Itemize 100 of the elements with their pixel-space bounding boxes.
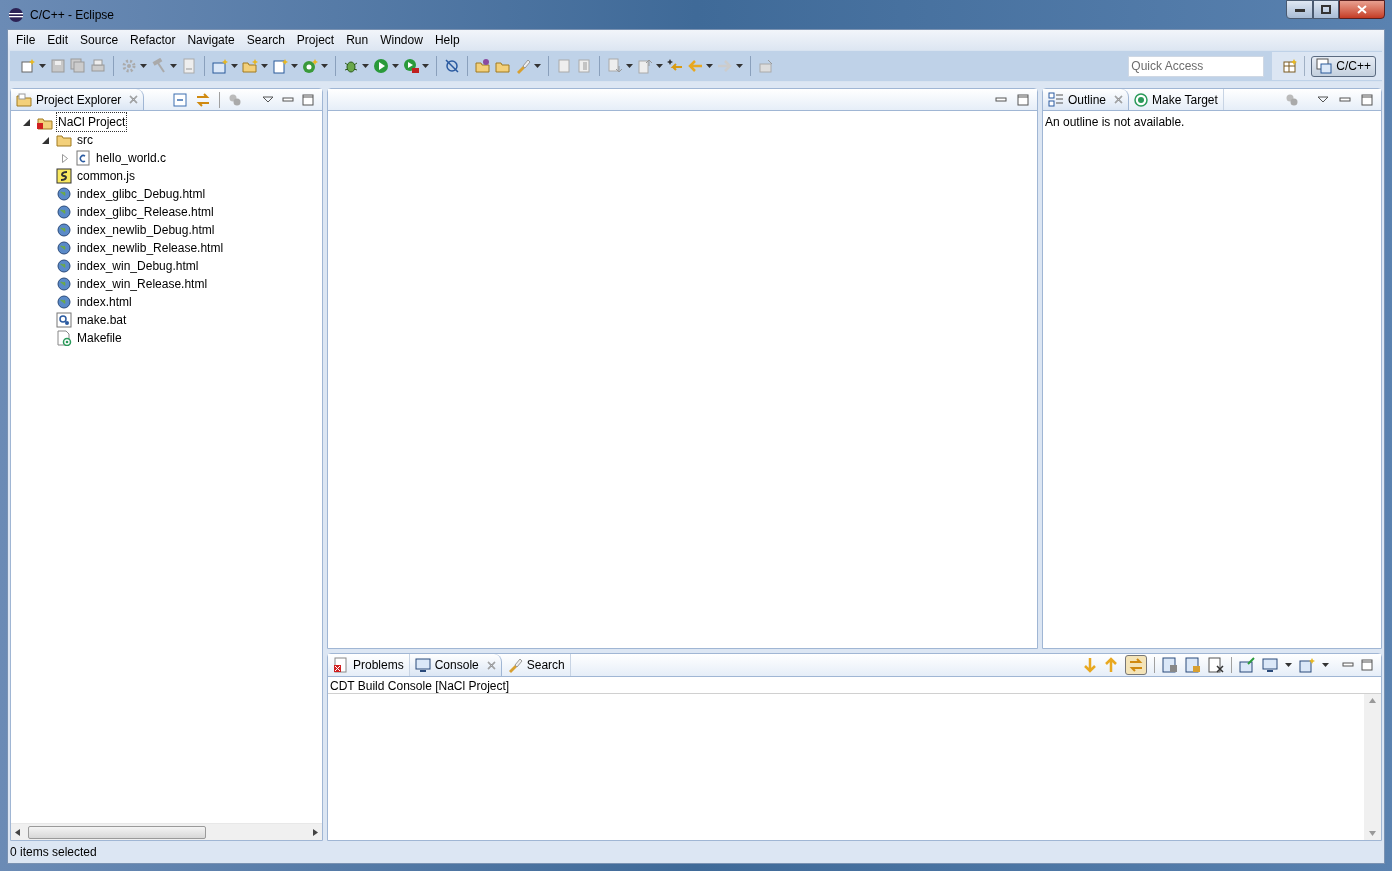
globe-icon: [57, 259, 71, 273]
bug-icon[interactable]: [343, 58, 359, 74]
caret-icon[interactable]: [291, 64, 298, 68]
arrow-up-icon[interactable]: [1104, 657, 1118, 673]
tree-item[interactable]: index.html: [76, 293, 133, 311]
caret-icon[interactable]: [1322, 663, 1329, 667]
close-icon[interactable]: [486, 660, 496, 670]
menu-item[interactable]: Window: [374, 30, 429, 50]
globe-icon: [57, 187, 71, 201]
tree-item[interactable]: index_newlib_Release.html: [76, 239, 225, 257]
menu-item[interactable]: Project: [290, 30, 341, 50]
scroll-left-icon[interactable]: [15, 828, 20, 836]
tree-item[interactable]: index_win_Release.html: [76, 275, 209, 293]
minimize-icon[interactable]: [995, 96, 1007, 103]
c-file-icon: [76, 150, 90, 166]
tree-item[interactable]: index_win_Debug.html: [76, 257, 200, 275]
minimize-icon[interactable]: [1339, 96, 1351, 103]
tree-item[interactable]: Makefile: [76, 329, 123, 347]
print-icon[interactable]: [90, 58, 106, 74]
tree-item[interactable]: index_glibc_Release.html: [76, 203, 215, 221]
clear-console-icon[interactable]: [1208, 657, 1224, 673]
caret-icon[interactable]: [422, 64, 429, 68]
collapse-all-icon[interactable]: [173, 92, 187, 107]
menu-item[interactable]: Source: [74, 30, 125, 50]
open-folder-icon[interactable]: [475, 58, 491, 74]
caret-icon[interactable]: [362, 64, 369, 68]
tree-item[interactable]: common.js: [76, 167, 136, 185]
close-icon[interactable]: [129, 95, 139, 104]
quick-access-field[interactable]: Quick Access: [1128, 55, 1265, 77]
maximize-icon[interactable]: [1361, 659, 1373, 671]
panel-tab[interactable]: Make Target: [1129, 89, 1224, 110]
minimize-button[interactable]: [1286, 0, 1313, 19]
caret-icon[interactable]: [140, 64, 147, 68]
maximize-icon[interactable]: [1361, 93, 1373, 106]
outline-message: An outline is not available.: [1044, 114, 1186, 131]
scroll-down-icon[interactable]: [1369, 831, 1376, 836]
minimize-icon[interactable]: [282, 96, 294, 103]
scroll-up-icon[interactable]: [1369, 698, 1376, 703]
run-icon[interactable]: [373, 58, 389, 74]
caret-icon[interactable]: [261, 64, 268, 68]
filter-icon[interactable]: [1285, 92, 1299, 107]
caret-icon[interactable]: [321, 64, 328, 68]
maximize-icon[interactable]: [302, 93, 314, 106]
arrow-down-icon[interactable]: [1083, 657, 1097, 673]
caret-icon[interactable]: [534, 64, 541, 68]
expanded-arrow-icon[interactable]: [42, 136, 49, 144]
horizontal-scrollbar[interactable]: [11, 823, 322, 840]
tree-item[interactable]: index_newlib_Debug.html: [76, 221, 216, 239]
link-toggle-button[interactable]: [1125, 655, 1147, 675]
close-icon: [1357, 5, 1367, 14]
tree-item[interactable]: index_glibc_Debug.html: [76, 185, 207, 203]
tree-item[interactable]: hello_world.c: [95, 149, 168, 167]
run-external-icon[interactable]: [403, 58, 419, 74]
view-menu-icon[interactable]: [262, 95, 274, 104]
caret-icon[interactable]: [392, 64, 399, 68]
panel-tab[interactable]: Problems: [328, 654, 410, 676]
link-arrows-icon[interactable]: [195, 92, 211, 107]
close-icon[interactable]: [1114, 95, 1124, 104]
tree-item[interactable]: src: [76, 131, 94, 149]
panel-tab[interactable]: Console: [409, 654, 502, 676]
caret-icon[interactable]: [656, 64, 663, 68]
tree-item[interactable]: NaCl Project: [57, 113, 127, 131]
view-menu-icon[interactable]: [1317, 95, 1329, 104]
menu-item[interactable]: Run: [340, 30, 375, 50]
menu-item[interactable]: Navigate: [181, 30, 241, 50]
menu-item[interactable]: Search: [240, 30, 291, 50]
filter-icon[interactable]: [228, 92, 242, 107]
menu-item[interactable]: Help: [428, 30, 466, 50]
open-perspective-icon[interactable]: [1282, 58, 1299, 74]
panel-tab[interactable]: Search: [501, 654, 571, 676]
new-console-icon[interactable]: [1299, 657, 1315, 673]
caret-icon[interactable]: [626, 64, 633, 68]
globe-icon: [57, 205, 71, 219]
panel-tab[interactable]: Project Explorer: [11, 89, 145, 110]
maximize-icon[interactable]: [1017, 93, 1029, 106]
caret-icon[interactable]: [39, 64, 46, 68]
menu-item[interactable]: Refactor: [124, 30, 182, 50]
pin-icon[interactable]: [1239, 657, 1255, 673]
vertical-scrollbar[interactable]: [1364, 694, 1381, 840]
monitor-icon[interactable]: [1262, 657, 1278, 673]
caret-icon[interactable]: [1285, 663, 1292, 667]
panel-tab[interactable]: Outline: [1043, 89, 1130, 110]
maximize-button[interactable]: [1313, 0, 1339, 19]
caret-icon[interactable]: [736, 64, 743, 68]
minimize-icon: [1294, 7, 1305, 12]
close-button[interactable]: [1339, 0, 1385, 19]
caret-icon[interactable]: [706, 64, 713, 68]
restore-icon: [1321, 5, 1331, 14]
caret-icon[interactable]: [231, 64, 238, 68]
collapsed-arrow-icon[interactable]: [61, 153, 68, 163]
expanded-arrow-icon[interactable]: [23, 118, 30, 126]
link-arrows-icon: [1128, 658, 1144, 672]
caret-icon[interactable]: [170, 64, 177, 68]
minimize-icon[interactable]: [1342, 662, 1354, 668]
gear-file-icon: [56, 312, 72, 328]
menu-item[interactable]: Edit: [41, 30, 75, 50]
tree-item[interactable]: make.bat: [76, 311, 128, 329]
scroll-right-icon[interactable]: [313, 828, 318, 836]
menu-item[interactable]: File: [10, 30, 42, 50]
perspective-button[interactable]: C/C++: [1311, 55, 1376, 77]
